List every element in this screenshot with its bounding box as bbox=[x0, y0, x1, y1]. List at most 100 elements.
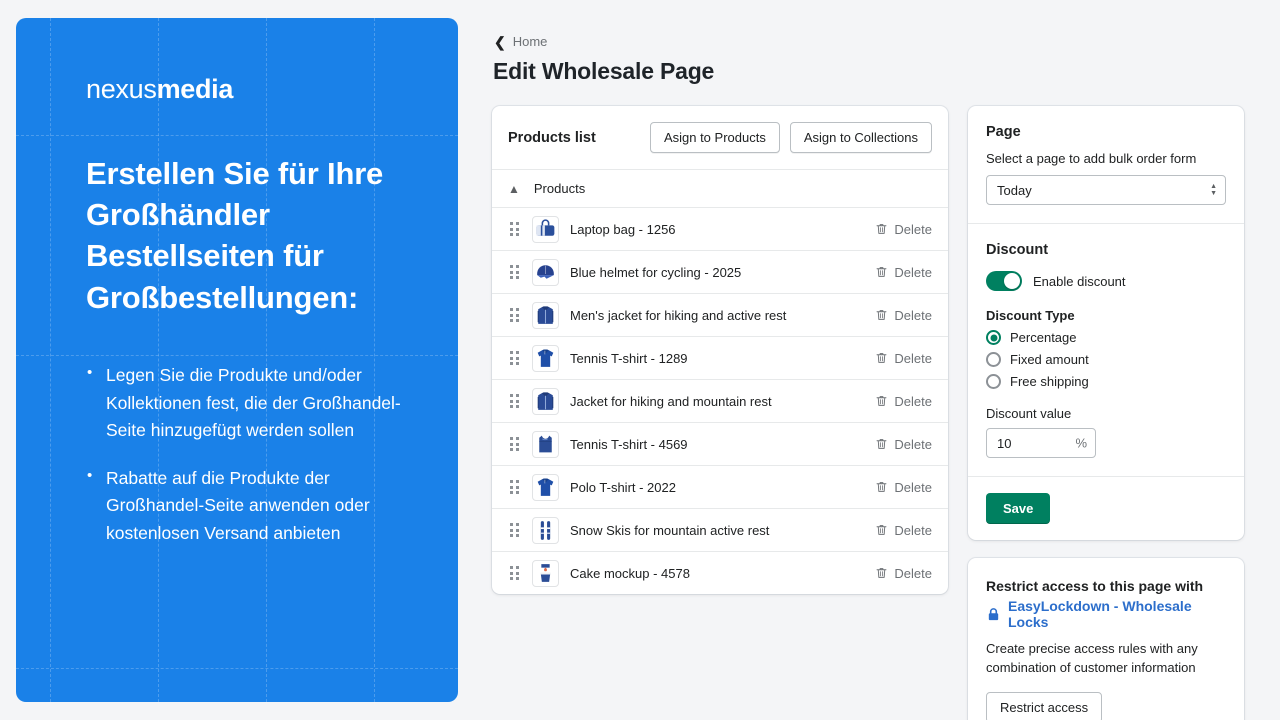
breadcrumb[interactable]: ❮ Home bbox=[494, 34, 547, 49]
delete-product-button[interactable]: Delete bbox=[875, 394, 932, 409]
delete-product-button[interactable]: Delete bbox=[875, 265, 932, 280]
delete-label: Delete bbox=[894, 565, 932, 581]
promo-bullet-item: Rabatte auf die Produkte der Großhandel-… bbox=[86, 464, 406, 548]
delete-label: Delete bbox=[894, 393, 932, 409]
settings-card: Page Select a page to add bulk order for… bbox=[968, 106, 1244, 540]
products-card-header: Products list Asign to Products Asign to… bbox=[492, 106, 948, 169]
discount-value-wrapper: % bbox=[986, 428, 1096, 458]
product-thumbnail bbox=[532, 215, 559, 243]
delete-label: Delete bbox=[894, 479, 932, 495]
delete-product-button[interactable]: Delete bbox=[875, 351, 932, 366]
brand-logo: nexusmedia bbox=[86, 74, 406, 105]
delete-product-button[interactable]: Delete bbox=[875, 523, 932, 538]
restrict-access-description: Create precise access rules with any com… bbox=[986, 641, 1198, 676]
trash-icon bbox=[876, 525, 887, 535]
delete-product-button[interactable]: Delete bbox=[875, 566, 932, 581]
product-row[interactable]: Blue helmet for cycling - 2025 Delete bbox=[492, 250, 948, 293]
delete-label: Delete bbox=[894, 436, 932, 452]
product-name: Snow Skis for mountain active rest bbox=[570, 522, 770, 538]
chevron-up-icon: ▲ bbox=[508, 181, 520, 196]
discount-type-free-shipping-label: Free shipping bbox=[1010, 374, 1089, 389]
product-row[interactable]: Polo T-shirt - 2022 Delete bbox=[492, 465, 948, 508]
drag-handle-icon[interactable] bbox=[508, 222, 520, 236]
product-name: Laptop bag - 1256 bbox=[570, 221, 676, 237]
product-row[interactable]: Snow Skis for mountain active rest Delete bbox=[492, 508, 948, 551]
delete-product-button[interactable]: Delete bbox=[875, 308, 932, 323]
chevron-left-icon: ❮ bbox=[494, 33, 506, 50]
drag-handle-icon[interactable] bbox=[508, 523, 520, 537]
enable-discount-label: Enable discount bbox=[1033, 273, 1126, 289]
delete-product-button[interactable]: Delete bbox=[875, 222, 932, 237]
product-rows: Laptop bag - 1256 Delete Blue helmet for c… bbox=[492, 207, 948, 594]
product-name: Jacket for hiking and mountain rest bbox=[570, 393, 772, 409]
discount-section-title: Discount bbox=[986, 242, 1049, 258]
promo-bullet-item: Legen Sie die Produkte und/oder Kollekti… bbox=[86, 361, 406, 445]
breadcrumb-label: Home bbox=[512, 34, 548, 49]
promo-bullet-list: Legen Sie die Produkte und/oder Kollekti… bbox=[86, 361, 406, 548]
products-card: Products list Asign to Products Asign to… bbox=[492, 106, 948, 594]
trash-icon bbox=[876, 224, 887, 234]
restrict-access-card: Restrict access to this page with EasyLo… bbox=[968, 558, 1244, 720]
delete-label: Delete bbox=[894, 350, 932, 366]
assign-to-products-button[interactable]: Asign to Products bbox=[649, 122, 780, 153]
product-row[interactable]: Cake mockup - 4578 Delete bbox=[492, 551, 948, 594]
radio-icon bbox=[986, 352, 1001, 367]
radio-icon bbox=[986, 330, 1001, 345]
discount-type-label: Discount Type bbox=[986, 308, 1075, 323]
trash-icon bbox=[876, 568, 887, 578]
enable-discount-row[interactable]: Enable discount bbox=[986, 271, 1226, 291]
drag-handle-icon[interactable] bbox=[508, 437, 520, 451]
delete-product-button[interactable]: Delete bbox=[875, 480, 932, 495]
page-select[interactable]: Today bbox=[986, 175, 1226, 205]
product-row[interactable]: Tennis T-shirt - 1289 Delete bbox=[492, 336, 948, 379]
save-section: Save bbox=[968, 476, 1244, 540]
promo-panel: nexusmedia Erstellen Sie für Ihre Großhä… bbox=[16, 18, 458, 702]
product-thumbnail bbox=[532, 301, 559, 329]
product-row[interactable]: Tennis T-shirt - 4569 Delete bbox=[492, 422, 948, 465]
product-row[interactable]: Men's jacket for hiking and active rest D… bbox=[492, 293, 948, 336]
restrict-access-button[interactable]: Restrict access bbox=[986, 691, 1103, 720]
delete-label: Delete bbox=[894, 264, 932, 280]
toggle-knob bbox=[1004, 273, 1020, 289]
discount-type-percentage[interactable]: Percentage bbox=[986, 330, 1226, 345]
page-select-wrapper: Today ▲ ▼ bbox=[986, 175, 1226, 205]
drag-handle-icon[interactable] bbox=[508, 566, 520, 580]
right-column: Page Select a page to add bulk order for… bbox=[968, 106, 1244, 720]
drag-handle-icon[interactable] bbox=[508, 351, 520, 365]
enable-discount-toggle[interactable] bbox=[986, 271, 1022, 291]
product-thumbnail bbox=[532, 516, 559, 544]
content-area: Products list Asign to Products Asign to… bbox=[492, 106, 1280, 720]
discount-type-percentage-label: Percentage bbox=[1010, 330, 1077, 345]
product-row[interactable]: Jacket for hiking and mountain rest Delet… bbox=[492, 379, 948, 422]
product-name: Men's jacket for hiking and active rest bbox=[570, 307, 787, 323]
products-list-title: Products list bbox=[508, 129, 596, 146]
product-name: Tennis T-shirt - 1289 bbox=[570, 350, 688, 366]
main-column: ❮ Home Edit Wholesale Page Products list… bbox=[492, 0, 1280, 720]
product-name: Polo T-shirt - 2022 bbox=[570, 479, 676, 495]
discount-type-fixed-amount-label: Fixed amount bbox=[1010, 352, 1089, 367]
discount-value-label: Discount value bbox=[986, 406, 1072, 421]
trash-icon bbox=[876, 396, 887, 406]
product-name: Tennis T-shirt - 4569 bbox=[570, 436, 688, 452]
easylockdown-link[interactable]: EasyLockdown - Wholesale Locks bbox=[986, 598, 1226, 630]
product-row[interactable]: Laptop bag - 1256 Delete bbox=[492, 207, 948, 250]
save-button[interactable]: Save bbox=[986, 493, 1051, 524]
page-section: Page Select a page to add bulk order for… bbox=[968, 106, 1244, 223]
page-section-title: Page bbox=[986, 124, 1021, 140]
delete-product-button[interactable]: Delete bbox=[875, 437, 932, 452]
discount-value-input[interactable] bbox=[986, 428, 1096, 458]
lock-icon bbox=[988, 607, 999, 620]
discount-type-free-shipping[interactable]: Free shipping bbox=[986, 374, 1226, 389]
drag-handle-icon[interactable] bbox=[508, 308, 520, 322]
trash-icon bbox=[876, 267, 887, 277]
product-thumbnail bbox=[532, 258, 559, 286]
drag-handle-icon[interactable] bbox=[508, 480, 520, 494]
drag-handle-icon[interactable] bbox=[508, 394, 520, 408]
assign-to-collections-button[interactable]: Asign to Collections bbox=[789, 122, 932, 153]
trash-icon bbox=[876, 353, 887, 363]
drag-handle-icon[interactable] bbox=[508, 265, 520, 279]
discount-type-fixed-amount[interactable]: Fixed amount bbox=[986, 352, 1226, 367]
brand-logo-bold: media bbox=[156, 74, 234, 104]
product-thumbnail bbox=[532, 473, 559, 501]
products-group-header[interactable]: ▲ Products bbox=[492, 169, 948, 207]
